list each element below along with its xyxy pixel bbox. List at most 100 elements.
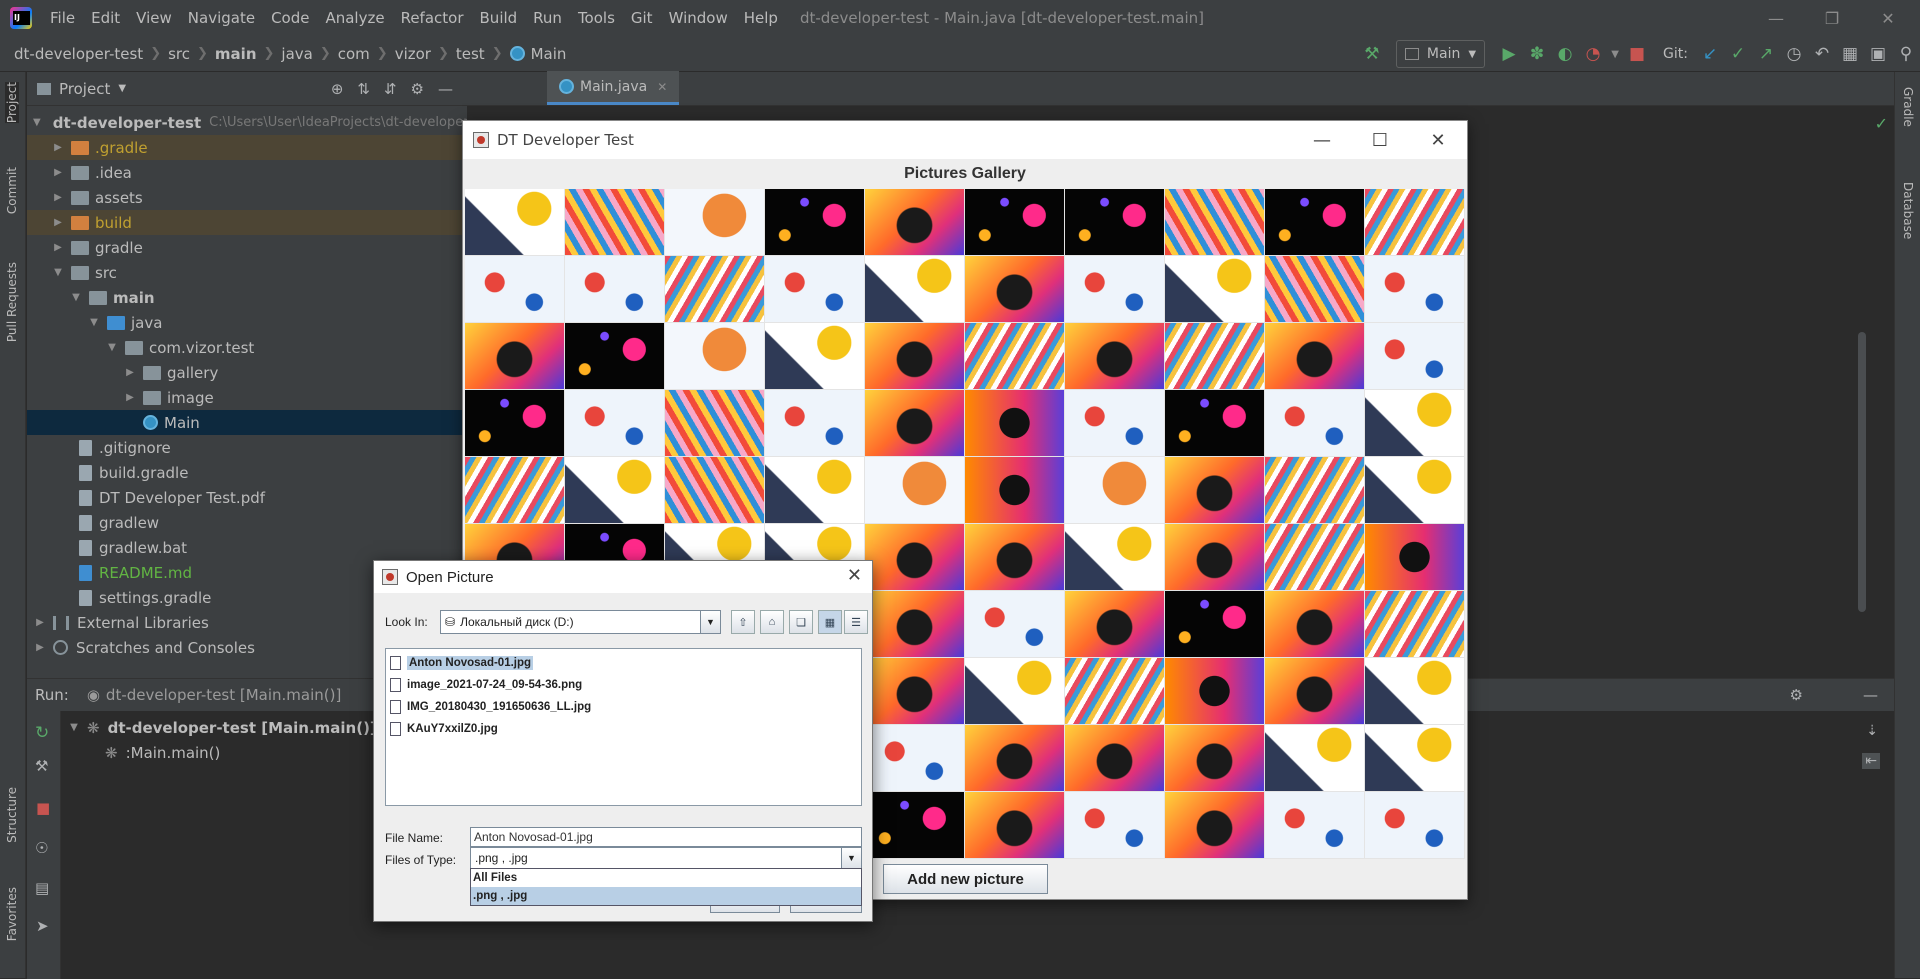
gallery-thumbnail[interactable]	[1165, 524, 1265, 591]
project-structure-icon[interactable]: ▦	[1836, 40, 1864, 68]
maximize-icon[interactable]: ☐	[1351, 121, 1409, 159]
tool-tab-pull-requests[interactable]: Pull Requests	[5, 262, 19, 342]
close-tab-icon[interactable]: ✕	[657, 80, 667, 94]
tree-item-gitignore[interactable]: .gitignore	[27, 435, 467, 460]
gallery-thumbnail[interactable]	[565, 189, 665, 256]
gallery-thumbnail[interactable]	[1065, 524, 1165, 591]
gallery-thumbnail[interactable]	[965, 323, 1065, 390]
gallery-thumbnail[interactable]	[1265, 390, 1365, 457]
menu-tools[interactable]: Tools	[570, 9, 623, 27]
tree-item-build[interactable]: ▶ build	[27, 210, 467, 235]
chevron-right-icon[interactable]: ▶	[33, 617, 47, 628]
chevron-down-icon[interactable]: ▼	[69, 292, 83, 303]
scroll-to-end-icon[interactable]: ⇣	[1866, 723, 1878, 739]
gallery-thumbnail[interactable]	[965, 390, 1065, 457]
tree-item-build-gradle[interactable]: build.gradle	[27, 460, 467, 485]
tree-item-src[interactable]: ▼ src	[27, 260, 467, 285]
gallery-thumbnail[interactable]	[1065, 725, 1165, 792]
menu-file[interactable]: File	[42, 9, 83, 27]
crumb-project[interactable]: dt-developer-test	[14, 45, 143, 63]
gallery-thumbnail[interactable]	[1165, 323, 1265, 390]
tree-item-image[interactable]: ▶ image	[27, 385, 467, 410]
crumb-main-class[interactable]: Main	[531, 45, 567, 63]
gallery-thumbnail[interactable]	[1365, 189, 1465, 256]
crumb-com[interactable]: com	[338, 45, 370, 63]
git-update-icon[interactable]: ↙	[1696, 40, 1724, 68]
run-tree-child[interactable]: ❋:Main.main()	[67, 740, 408, 765]
gallery-thumbnail[interactable]	[965, 658, 1065, 725]
gallery-thumbnail[interactable]	[665, 189, 765, 256]
tree-item-gradlew-bat[interactable]: gradlew.bat	[27, 535, 467, 560]
chevron-right-icon[interactable]: ▶	[51, 167, 65, 178]
menu-code[interactable]: Code	[263, 9, 317, 27]
soft-wrap-icon[interactable]: ⇤	[1862, 753, 1880, 769]
tree-item-project-root[interactable]: ▼ dt-developer-test C:\Users\User\IdeaProj…	[27, 110, 497, 135]
pin-icon[interactable]: ➤	[36, 917, 49, 935]
chevron-right-icon[interactable]: ▶	[51, 142, 65, 153]
gallery-thumbnail[interactable]	[1265, 658, 1365, 725]
gallery-thumbnail[interactable]	[865, 591, 965, 658]
tool-tab-gradle[interactable]: Gradle	[1901, 87, 1915, 127]
tree-item-gradlew[interactable]: gradlew	[27, 510, 467, 535]
gallery-thumbnail[interactable]	[965, 792, 1065, 859]
type-option-png-jpg[interactable]: .png , .jpg	[471, 887, 861, 905]
gallery-thumbnail[interactable]	[465, 256, 565, 323]
gallery-thumbnail[interactable]	[1065, 323, 1165, 390]
chevron-down-icon[interactable]: ▼	[118, 83, 126, 94]
menu-view[interactable]: View	[128, 9, 180, 27]
gallery-thumbnail[interactable]	[1365, 524, 1465, 591]
gallery-thumbnail[interactable]	[1065, 390, 1165, 457]
gallery-thumbnail[interactable]	[965, 189, 1065, 256]
gallery-thumbnail[interactable]	[1065, 256, 1165, 323]
gallery-thumbnail[interactable]	[565, 457, 665, 524]
file-item[interactable]: Anton Novosad-01.jpg	[388, 652, 859, 674]
gallery-thumbnail[interactable]	[1265, 457, 1365, 524]
gallery-thumbnail[interactable]	[965, 256, 1065, 323]
gallery-thumbnail[interactable]	[1265, 256, 1365, 323]
files-of-type-select[interactable]: .png , .jpg ▼	[470, 847, 862, 869]
home-icon[interactable]: ⌂	[760, 610, 784, 634]
build-hammer-icon[interactable]: ⚒	[1358, 40, 1386, 68]
tool-tab-project[interactable]: Project	[5, 82, 19, 124]
gallery-thumbnail[interactable]	[1165, 390, 1265, 457]
gallery-thumbnail[interactable]	[1365, 792, 1465, 859]
file-item[interactable]: KAuY7xxilZ0.jpg	[388, 718, 859, 740]
gallery-thumbnail[interactable]	[1165, 457, 1265, 524]
chevron-down-icon[interactable]: ▼	[67, 722, 81, 733]
gallery-thumbnail[interactable]	[665, 390, 765, 457]
chevron-down-icon[interactable]: ▼	[33, 117, 41, 128]
chevron-right-icon[interactable]: ▶	[123, 392, 137, 403]
debug-icon[interactable]: ✽	[1523, 40, 1551, 68]
git-commit-icon[interactable]: ✓	[1724, 40, 1752, 68]
tool-tab-structure[interactable]: Structure	[5, 787, 19, 843]
tree-item-main[interactable]: ▼ main	[27, 285, 467, 310]
close-icon[interactable]: ✕	[1864, 0, 1912, 36]
gallery-thumbnail[interactable]	[865, 390, 965, 457]
list-view-icon[interactable]: ▦	[818, 610, 842, 634]
gallery-thumbnail[interactable]	[865, 524, 965, 591]
gallery-thumbnail[interactable]	[865, 792, 965, 859]
file-item[interactable]: IMG_20180430_191650636_LL.jpg	[388, 696, 859, 718]
gear-icon[interactable]: ⚙	[411, 80, 424, 98]
tool-tab-favorites[interactable]: Favorites	[5, 887, 19, 941]
type-option-all[interactable]: All Files	[471, 869, 861, 887]
tree-item-gradle-dir[interactable]: ▶ .gradle	[27, 135, 467, 160]
gallery-thumbnail[interactable]	[765, 189, 865, 256]
chevron-down-icon[interactable]: ▼	[700, 611, 720, 633]
menu-navigate[interactable]: Navigate	[180, 9, 263, 27]
gallery-thumbnail[interactable]	[1265, 524, 1365, 591]
gallery-thumbnail[interactable]	[1365, 591, 1465, 658]
gallery-thumbnail[interactable]	[565, 256, 665, 323]
collapse-all-icon[interactable]: ⇵	[384, 80, 397, 98]
gallery-thumbnail[interactable]	[1365, 658, 1465, 725]
tool-tab-commit[interactable]: Commit	[5, 167, 19, 214]
gallery-thumbnail[interactable]	[965, 457, 1065, 524]
run-tree-root[interactable]: ▼❋dt-developer-test [Main.main()]:Ru	[67, 715, 408, 740]
gallery-thumbnail[interactable]	[1265, 725, 1365, 792]
gallery-thumbnail[interactable]	[1165, 658, 1265, 725]
minimize-icon[interactable]: —	[1293, 121, 1351, 159]
gallery-thumbnail[interactable]	[765, 390, 865, 457]
menu-help[interactable]: Help	[736, 9, 786, 27]
restore-icon[interactable]: ❐	[1808, 0, 1856, 36]
menu-git[interactable]: Git	[623, 9, 661, 27]
